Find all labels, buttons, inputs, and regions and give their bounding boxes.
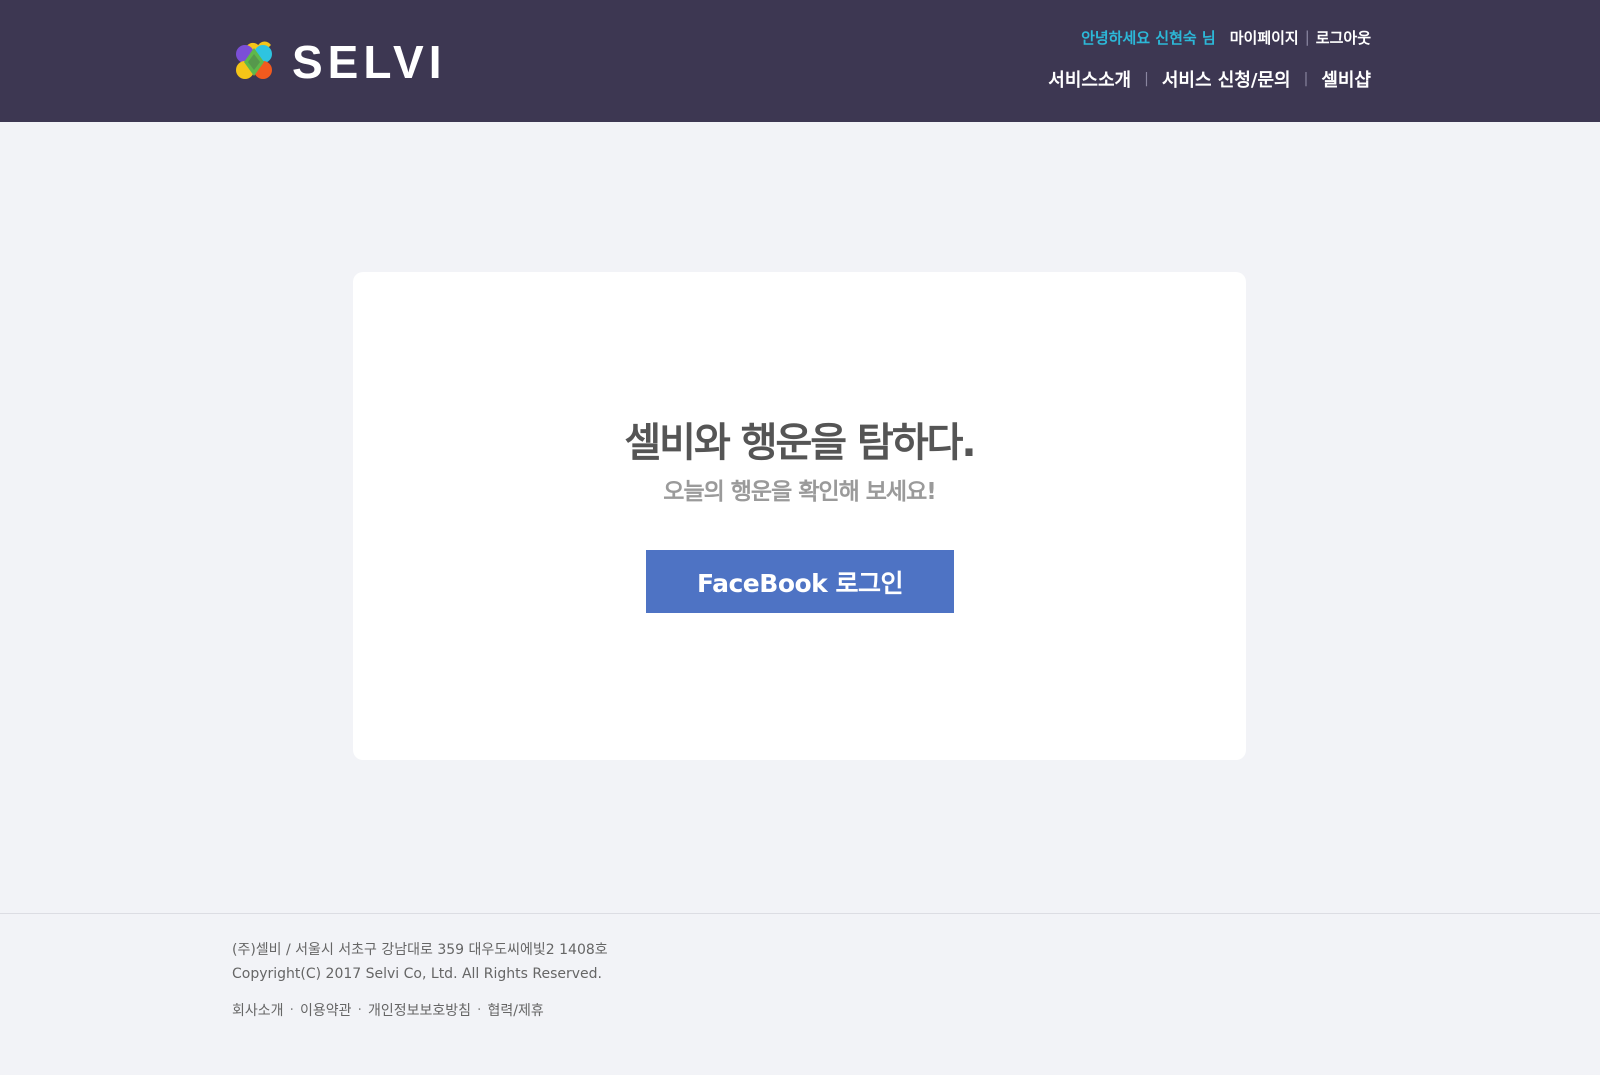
footer-dot-separator: · [289, 1002, 294, 1018]
footer-links: 회사소개 · 이용약관 · 개인정보보호방침 · 협력/제휴 [232, 1000, 544, 1020]
user-greeting: 안녕하세요 신현숙 님 [1081, 28, 1216, 47]
heart-clover-logo-icon [236, 41, 272, 79]
logo-link[interactable]: SELVI [230, 38, 447, 86]
nav-item-selvi-shop[interactable]: 셀비샵 [1321, 66, 1371, 92]
company-address: (주)셀비 / 서울시 서초구 강남대로 359 대우도씨에빛2 1408호 [232, 942, 608, 958]
nav-separator: | [1144, 71, 1149, 87]
footer-dot-separator: · [357, 1002, 362, 1018]
footer-dot-separator: · [477, 1002, 482, 1018]
main-nav: 서비스소개 | 서비스 신청/문의 | 셀비샵 [1048, 66, 1371, 92]
facebook-login-button[interactable]: FaceBook 로그인 [646, 550, 954, 613]
site-footer: (주)셀비 / 서울시 서초구 강남대로 359 대우도씨에빛2 1408호 C… [0, 913, 1600, 1075]
login-card: 셀비와 행운을 탐하다. 오늘의 행운을 확인해 보세요! FaceBook 로… [353, 272, 1246, 760]
brand-name: SELVI [292, 36, 447, 88]
nav-item-service-apply[interactable]: 서비스 신청/문의 [1162, 66, 1291, 92]
copyright-text: Copyright(C) 2017 Selvi Co, Ltd. All Rig… [232, 966, 602, 982]
nav-separator: | [1303, 71, 1309, 87]
footer-link-about[interactable]: 회사소개 [232, 1000, 284, 1020]
site-header: SELVI 안녕하세요 신현숙 님 마이페이지 | 로그아웃 서비스소개 | 서… [0, 0, 1600, 122]
utility-menu: 안녕하세요 신현숙 님 마이페이지 | 로그아웃 [1081, 26, 1371, 48]
page-subline: 오늘의 행운을 확인해 보세요! [663, 479, 936, 505]
footer-link-partnership[interactable]: 협력/제휴 [487, 1000, 543, 1020]
util-separator: | [1304, 28, 1310, 46]
page-headline: 셀비와 행운을 탐하다. [624, 420, 976, 466]
company-info: (주)셀비 / 서울시 서초구 강남대로 359 대우도씨에빛2 1408호 C… [232, 938, 608, 986]
nav-item-service-intro[interactable]: 서비스소개 [1048, 66, 1131, 92]
logout-link[interactable]: 로그아웃 [1316, 27, 1371, 48]
footer-link-privacy[interactable]: 개인정보보호방침 [368, 1000, 471, 1020]
footer-link-terms[interactable]: 이용약관 [300, 1000, 352, 1020]
mypage-link[interactable]: 마이페이지 [1230, 27, 1299, 48]
